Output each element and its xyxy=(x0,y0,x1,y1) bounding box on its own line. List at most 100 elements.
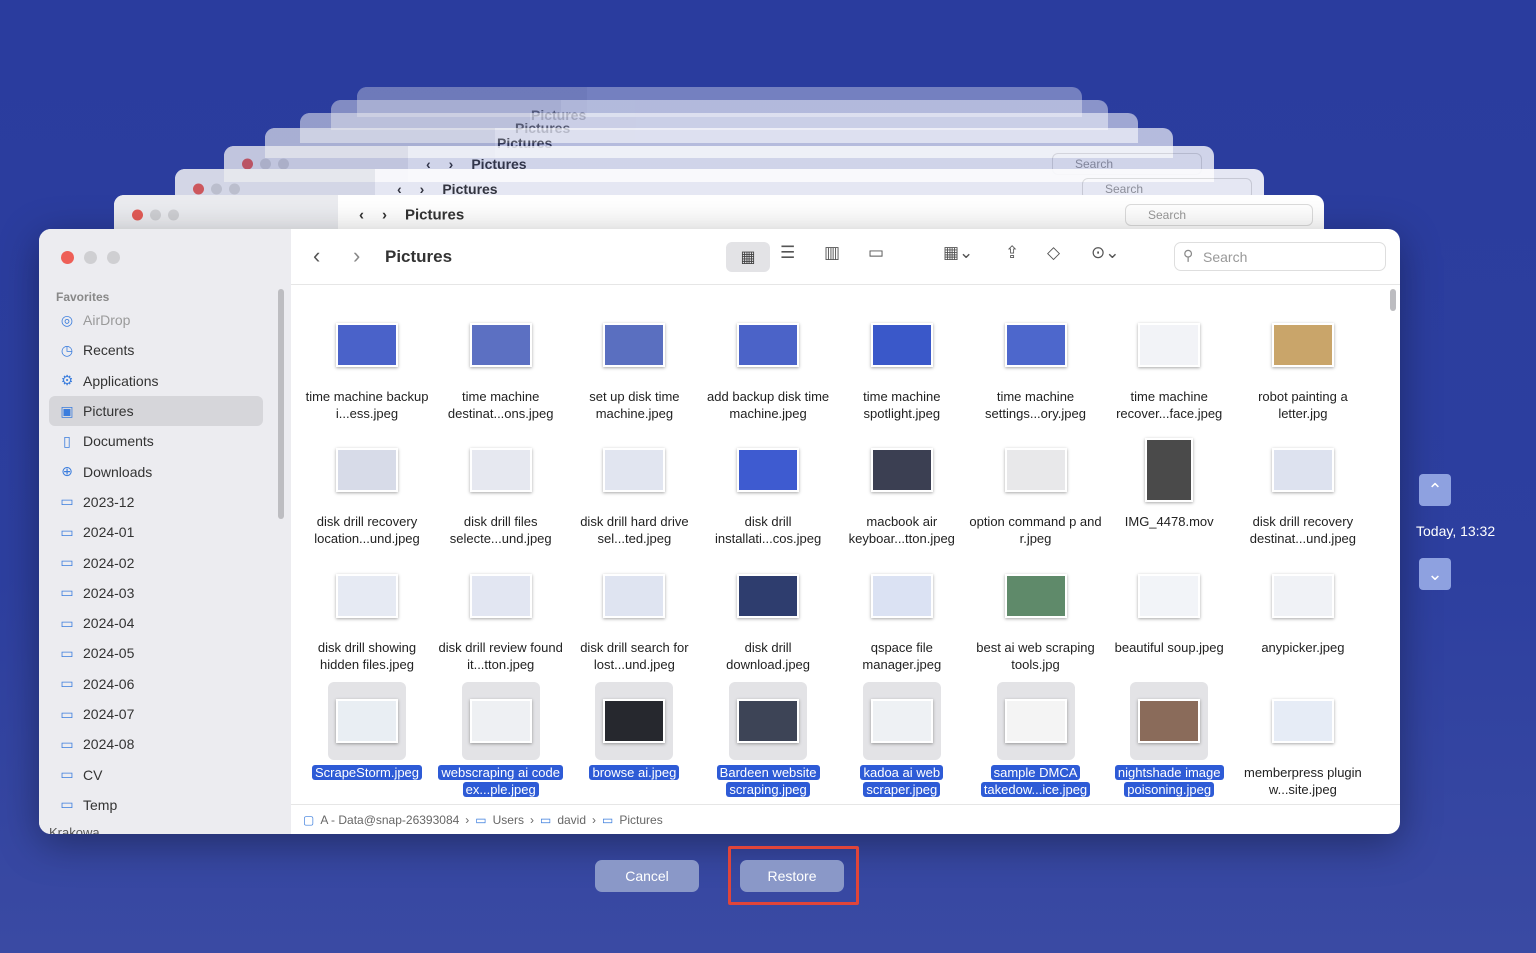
chevron-up-icon[interactable]: ⌃ xyxy=(1419,474,1451,506)
file-preview-image xyxy=(469,573,532,618)
file-item[interactable]: nightshade image poisoning.jpeg xyxy=(1102,681,1236,798)
search-field[interactable]: ⚲ Search xyxy=(1174,242,1386,271)
file-item[interactable]: disk drill installati...cos.jpeg xyxy=(701,431,835,547)
group-by-icon[interactable]: ▦⌄ xyxy=(943,243,973,263)
path-segment[interactable]: Pictures xyxy=(619,813,662,827)
tag-icon[interactable]: ◇ xyxy=(1047,243,1060,263)
history-search: Search xyxy=(1125,204,1313,226)
file-item[interactable]: disk drill search for lost...und.jpeg xyxy=(567,557,701,673)
list-view-icon[interactable]: ☰ xyxy=(780,243,795,263)
cancel-button[interactable]: Cancel xyxy=(595,860,699,892)
zoom-button[interactable] xyxy=(107,251,120,264)
sidebar-item-2024-01[interactable]: ▭ 2024-01 xyxy=(49,517,263,547)
file-item[interactable]: webscraping ai code ex...ple.jpeg xyxy=(434,681,568,798)
sidebar-item-2024-02[interactable]: ▭ 2024-02 xyxy=(49,547,263,577)
file-item[interactable]: memberpress plugin w...site.jpeg xyxy=(1236,682,1370,798)
sidebar-item-label: Temp xyxy=(83,796,118,813)
share-icon[interactable]: ⇪ xyxy=(1005,243,1019,263)
file-item[interactable]: macbook air keyboar...tton.jpeg xyxy=(835,431,969,547)
folder-icon: ▭ xyxy=(60,614,74,631)
close-button[interactable] xyxy=(61,251,74,264)
sidebar-item-cv[interactable]: ▭ CV xyxy=(49,759,263,789)
file-item[interactable]: set up disk time machine.jpeg xyxy=(567,306,701,422)
file-item[interactable]: time machine destinat...ons.jpeg xyxy=(434,306,568,422)
folder-icon: ▭ xyxy=(475,812,487,827)
gallery-view-icon[interactable]: ▭ xyxy=(868,243,884,263)
file-thumbnail xyxy=(997,431,1075,509)
sidebar-item-2024-03[interactable]: ▭ 2024-03 xyxy=(49,578,263,608)
sidebar-item-documents[interactable]: ▯ Documents xyxy=(49,426,263,456)
file-thumbnail xyxy=(328,306,406,384)
file-item[interactable]: time machine settings...ory.jpeg xyxy=(969,306,1103,422)
sidebar-item-airdrop[interactable]: ◎ AirDrop xyxy=(49,305,263,335)
file-item[interactable]: time machine backup i...ess.jpeg xyxy=(300,306,434,422)
file-preview-image xyxy=(336,323,398,367)
file-item[interactable]: disk drill recovery location...und.jpeg xyxy=(300,431,434,547)
sidebar-item-2023-12[interactable]: ▭ 2023-12 xyxy=(49,487,263,517)
sidebar-item-label: CV xyxy=(83,766,103,783)
file-preview-image xyxy=(336,573,398,618)
sidebar-item-pictures[interactable]: ▣ Pictures xyxy=(49,395,263,427)
forward-chevron-icon[interactable]: › xyxy=(353,243,360,269)
file-preview-image xyxy=(469,698,532,743)
sidebar-item-applications[interactable]: ⚙ Applications xyxy=(49,366,263,396)
file-item[interactable]: ScrapeStorm.jpeg xyxy=(300,681,434,781)
file-item[interactable]: IMG_4478.mov xyxy=(1102,431,1236,530)
sidebar-scrollbar[interactable] xyxy=(278,289,284,519)
sidebar-item-recents[interactable]: ◷ Recents xyxy=(49,335,263,365)
sidebar-item-2024-08[interactable]: ▭ 2024-08 xyxy=(49,729,263,759)
more-actions-icon[interactable]: ⊙⌄ xyxy=(1091,243,1120,263)
file-name: time machine backup i...ess.jpeg xyxy=(305,389,429,421)
sidebar-item-2024-07[interactable]: ▭ 2024-07 xyxy=(49,699,263,729)
file-name: sample DMCA takedow...ice.jpeg xyxy=(980,764,1091,797)
file-preview-image xyxy=(603,698,666,743)
file-item[interactable]: option command p and r.jpeg xyxy=(969,431,1103,547)
file-item[interactable]: Bardeen website scraping.jpeg xyxy=(701,681,835,798)
file-thumbnail xyxy=(328,431,406,509)
path-segment[interactable]: Users xyxy=(493,813,524,827)
file-item[interactable]: disk drill download.jpeg xyxy=(701,557,835,673)
file-item[interactable]: add backup disk time machine.jpeg xyxy=(701,306,835,422)
file-name: time machine destinat...ons.jpeg xyxy=(447,389,554,421)
file-item[interactable]: disk drill showing hidden files.jpeg xyxy=(300,557,434,673)
path-segment[interactable]: david xyxy=(557,813,586,827)
pictures-icon: ▣ xyxy=(60,402,74,419)
file-preview-image xyxy=(870,573,933,618)
file-preview-image xyxy=(1004,573,1067,618)
file-item[interactable]: robot painting a letter.jpg xyxy=(1236,306,1370,422)
sidebar-item-2024-04[interactable]: ▭ 2024-04 xyxy=(49,608,263,638)
sidebar-item-label: 2024-07 xyxy=(83,706,135,722)
file-item[interactable]: disk drill files selecte...und.jpeg xyxy=(434,431,568,547)
back-chevron-icon[interactable]: ‹ xyxy=(313,243,320,269)
file-item[interactable]: best ai web scraping tools.jpg xyxy=(969,557,1103,673)
file-item[interactable]: browse ai.jpeg xyxy=(567,681,701,781)
sidebar-item-label: 2024-03 xyxy=(83,584,135,601)
file-name: nightshade image poisoning.jpeg xyxy=(1114,764,1224,797)
file-item[interactable]: time machine spotlight.jpeg xyxy=(835,306,969,422)
file-item[interactable]: beautiful soup.jpeg xyxy=(1102,557,1236,656)
icon-view-button[interactable]: ▦ xyxy=(726,242,770,272)
file-item[interactable]: qspace file manager.jpeg xyxy=(835,557,969,673)
sidebar-item-downloads[interactable]: ⊕ Downloads xyxy=(49,456,263,486)
file-item[interactable]: anypicker.jpeg xyxy=(1236,557,1370,656)
minimize-button[interactable] xyxy=(84,251,97,264)
sidebar-item-2024-05[interactable]: ▭ 2024-05 xyxy=(49,638,263,668)
file-preview-image xyxy=(737,573,800,618)
content-scrollbar[interactable] xyxy=(1390,289,1396,311)
path-segment[interactable]: A - Data@snap-26393084 xyxy=(320,813,459,827)
chevron-down-icon[interactable]: ⌄ xyxy=(1419,558,1451,590)
file-item[interactable]: kadoa ai web scraper.jpeg xyxy=(835,681,969,798)
file-item[interactable]: disk drill review found it...tton.jpeg xyxy=(434,557,568,673)
sidebar-item-2024-06[interactable]: ▭ 2024-06 xyxy=(49,669,263,699)
file-item[interactable]: disk drill hard drive sel...ted.jpeg xyxy=(567,431,701,547)
sidebar-item-temp[interactable]: ▭ Temp xyxy=(49,790,263,820)
folder-icon: ▭ xyxy=(60,644,74,661)
file-preview-image xyxy=(1271,448,1334,493)
file-item[interactable]: time machine recover...face.jpeg xyxy=(1102,306,1236,422)
column-view-icon[interactable]: ▥ xyxy=(824,243,840,263)
file-preview-image xyxy=(737,698,800,743)
file-item[interactable]: sample DMCA takedow...ice.jpeg xyxy=(969,681,1103,798)
folder-icon: ▭ xyxy=(60,554,74,571)
sidebar-item-clipped[interactable]: Krakowa xyxy=(49,825,100,834)
file-item[interactable]: disk drill recovery destinat...und.jpeg xyxy=(1236,431,1370,547)
